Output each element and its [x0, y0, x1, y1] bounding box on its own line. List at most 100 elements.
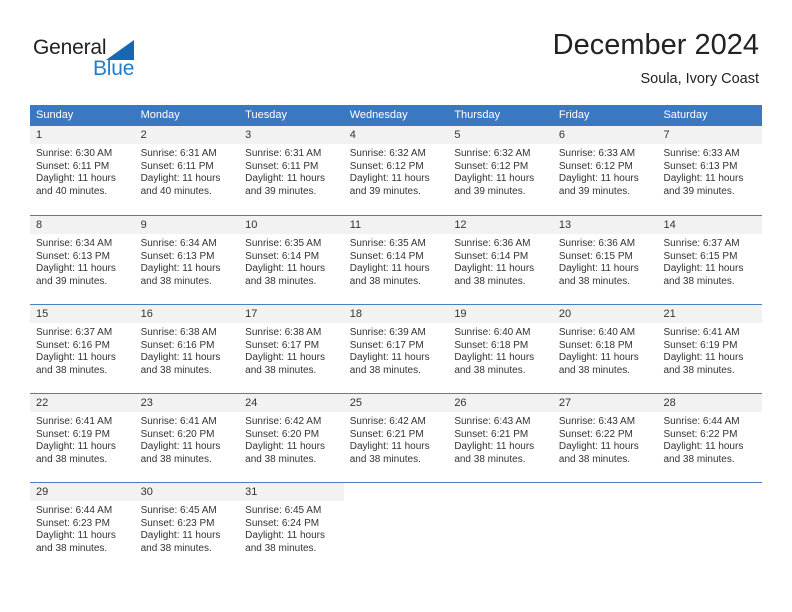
sunset-text: Sunset: 6:19 PM [36, 428, 110, 440]
sunrise-text: Sunrise: 6:32 AM [349, 148, 426, 159]
daylight-text: Daylight: 11 hours and 38 minutes. [558, 352, 639, 376]
calendar-day-cell[interactable]: 7 Sunrise: 6:33 AM Sunset: 6:13 PM Daylight… [657, 126, 763, 215]
calendar-day-cell-empty [448, 483, 553, 571]
calendar-day-cell[interactable]: 9 Sunrise: 6:34 AM Sunset: 6:13 PM Daylight… [134, 216, 240, 304]
sunrise-text: Sunrise: 6:37 AM [36, 327, 113, 338]
calendar-day-cell[interactable]: 4 Sunrise: 6:32 AM Sunset: 6:12 PM Daylight… [343, 126, 449, 215]
sunrise-text: Sunrise: 6:35 AM [245, 238, 322, 249]
sunset-text: Sunset: 6:12 PM [349, 160, 424, 172]
calendar-day-cell[interactable]: 11 Sunrise: 6:35 AM Sunset: 6:14 PM Dayligh… [343, 216, 449, 304]
day-sun-info: Sunrise: 6:41 AM Sunset: 6:19 PM Daylight:… [30, 412, 135, 466]
calendar-day-cell[interactable]: 24 Sunrise: 6:42 AM Sunset: 6:20 PM Dayligh… [239, 394, 344, 482]
day-number: 9 [134, 216, 240, 234]
calendar-week-row: 15 Sunrise: 6:37 AM Sunset: 6:16 PM Dayligh… [30, 304, 763, 393]
sunrise-text: Sunrise: 6:38 AM [140, 327, 217, 338]
calendar-day-cell[interactable]: 26 Sunrise: 6:43 AM Sunset: 6:21 PM Dayligh… [448, 394, 553, 482]
calendar-day-cell[interactable]: 18 Sunrise: 6:39 AM Sunset: 6:17 PM Dayligh… [343, 305, 449, 393]
day-sun-info: Sunrise: 6:43 AM Sunset: 6:21 PM Daylight:… [448, 412, 553, 466]
day-number: 1 [30, 126, 135, 144]
day-number: 30 [134, 483, 240, 501]
sunset-text: Sunset: 6:14 PM [454, 250, 529, 262]
calendar-day-cell[interactable]: 6 Sunrise: 6:33 AM Sunset: 6:12 PM Daylight… [552, 126, 658, 215]
calendar-day-cell[interactable]: 19 Sunrise: 6:40 AM Sunset: 6:18 PM Dayligh… [448, 305, 553, 393]
sunset-text: Sunset: 6:18 PM [454, 339, 529, 351]
daylight-text: Daylight: 11 hours and 39 minutes. [349, 173, 430, 197]
day-number: 18 [343, 305, 449, 323]
calendar-day-cell[interactable]: 21 Sunrise: 6:41 AM Sunset: 6:19 PM Dayligh… [657, 305, 763, 393]
day-sun-info: Sunrise: 6:41 AM Sunset: 6:20 PM Daylight:… [135, 412, 240, 466]
sunrise-text: Sunrise: 6:44 AM [36, 505, 113, 516]
day-sun-info: Sunrise: 6:31 AM Sunset: 6:11 PM Daylight:… [135, 144, 240, 198]
calendar-day-cell[interactable]: 16 Sunrise: 6:38 AM Sunset: 6:16 PM Dayligh… [134, 305, 240, 393]
day-number: 20 [552, 305, 658, 323]
calendar-day-cell[interactable]: 8 Sunrise: 6:34 AM Sunset: 6:13 PM Daylight… [30, 216, 135, 304]
daylight-text: Daylight: 11 hours and 38 minutes. [558, 263, 639, 287]
calendar-day-cell[interactable]: 27 Sunrise: 6:43 AM Sunset: 6:22 PM Dayligh… [552, 394, 658, 482]
day-number: 19 [448, 305, 553, 323]
calendar-day-cell[interactable]: 13 Sunrise: 6:36 AM Sunset: 6:15 PM Dayligh… [552, 216, 658, 304]
weekday-header-thursday: Thursday [454, 109, 501, 121]
calendar-day-cell[interactable]: 22 Sunrise: 6:41 AM Sunset: 6:19 PM Dayligh… [30, 394, 135, 482]
calendar-weeks: 1 Sunrise: 6:30 AM Sunset: 6:11 PM Daylight… [30, 126, 763, 571]
calendar-week-row: 8 Sunrise: 6:34 AM Sunset: 6:13 PM Daylight… [30, 215, 763, 304]
day-sun-info: Sunrise: 6:33 AM Sunset: 6:12 PM Daylight:… [553, 144, 658, 198]
daylight-text: Daylight: 11 hours and 38 minutes. [349, 441, 430, 465]
day-sun-info: Sunrise: 6:40 AM Sunset: 6:18 PM Daylight:… [448, 323, 553, 377]
sunset-text: Sunset: 6:21 PM [349, 428, 424, 440]
day-number [448, 483, 553, 501]
sunset-text: Sunset: 6:17 PM [349, 339, 424, 351]
sunrise-text: Sunrise: 6:37 AM [663, 238, 740, 249]
calendar-day-cell[interactable]: 25 Sunrise: 6:42 AM Sunset: 6:21 PM Dayligh… [343, 394, 449, 482]
day-sun-info: Sunrise: 6:31 AM Sunset: 6:11 PM Daylight:… [239, 144, 344, 198]
calendar-day-cell[interactable]: 3 Sunrise: 6:31 AM Sunset: 6:11 PM Daylight… [239, 126, 344, 215]
daylight-text: Daylight: 11 hours and 39 minutes. [558, 173, 639, 197]
daylight-text: Daylight: 11 hours and 38 minutes. [140, 530, 221, 554]
sunset-text: Sunset: 6:20 PM [245, 428, 320, 440]
day-sun-info: Sunrise: 6:42 AM Sunset: 6:20 PM Daylight:… [239, 412, 344, 466]
calendar-day-cell[interactable]: 17 Sunrise: 6:38 AM Sunset: 6:17 PM Dayligh… [239, 305, 344, 393]
day-number: 24 [239, 394, 344, 412]
day-sun-info: Sunrise: 6:38 AM Sunset: 6:16 PM Daylight:… [135, 323, 240, 377]
day-sun-info: Sunrise: 6:43 AM Sunset: 6:22 PM Daylight:… [553, 412, 658, 466]
weekday-header-monday: Monday [140, 109, 180, 121]
calendar-day-cell[interactable]: 1 Sunrise: 6:30 AM Sunset: 6:11 PM Daylight… [30, 126, 135, 215]
calendar-week-row: 1 Sunrise: 6:30 AM Sunset: 6:11 PM Daylight… [30, 126, 763, 215]
day-sun-info: Sunrise: 6:37 AM Sunset: 6:16 PM Daylight:… [30, 323, 135, 377]
calendar-day-cell[interactable]: 23 Sunrise: 6:41 AM Sunset: 6:20 PM Dayligh… [134, 394, 240, 482]
calendar-day-cell[interactable]: 14 Sunrise: 6:37 AM Sunset: 6:15 PM Dayligh… [657, 216, 763, 304]
sunset-text: Sunset: 6:16 PM [140, 339, 215, 351]
calendar-day-cell[interactable]: 31 Sunrise: 6:45 AM Sunset: 6:24 PM Dayligh… [239, 483, 344, 571]
day-sun-info: Sunrise: 6:30 AM Sunset: 6:11 PM Daylight:… [30, 144, 135, 198]
day-number: 17 [239, 305, 344, 323]
day-number: 27 [552, 394, 658, 412]
daylight-text: Daylight: 11 hours and 38 minutes. [140, 441, 221, 465]
calendar-day-cell[interactable]: 20 Sunrise: 6:40 AM Sunset: 6:18 PM Dayligh… [552, 305, 658, 393]
calendar-day-cell[interactable]: 5 Sunrise: 6:32 AM Sunset: 6:12 PM Daylight… [448, 126, 553, 215]
day-sun-info: Sunrise: 6:35 AM Sunset: 6:14 PM Daylight:… [239, 234, 344, 288]
title-block: December 2024 Soula, Ivory Coast [553, 28, 759, 89]
day-number: 12 [448, 216, 553, 234]
calendar-day-cell[interactable]: 10 Sunrise: 6:35 AM Sunset: 6:14 PM Dayligh… [239, 216, 344, 304]
calendar-day-cell[interactable]: 2 Sunrise: 6:31 AM Sunset: 6:11 PM Daylight… [134, 126, 240, 215]
day-number: 8 [30, 216, 135, 234]
sunrise-text: Sunrise: 6:45 AM [245, 505, 322, 516]
day-sun-info: Sunrise: 6:36 AM Sunset: 6:15 PM Daylight:… [553, 234, 658, 288]
calendar-day-cell[interactable]: 29 Sunrise: 6:44 AM Sunset: 6:23 PM Dayligh… [30, 483, 135, 571]
calendar-day-cell[interactable]: 30 Sunrise: 6:45 AM Sunset: 6:23 PM Dayligh… [134, 483, 240, 571]
daylight-text: Daylight: 11 hours and 38 minutes. [245, 352, 326, 376]
calendar-day-cell[interactable]: 15 Sunrise: 6:37 AM Sunset: 6:16 PM Dayligh… [30, 305, 135, 393]
day-sun-info: Sunrise: 6:34 AM Sunset: 6:13 PM Daylight:… [30, 234, 135, 288]
calendar-day-cell[interactable]: 28 Sunrise: 6:44 AM Sunset: 6:22 PM Dayligh… [657, 394, 763, 482]
daylight-text: Daylight: 11 hours and 38 minutes. [36, 441, 116, 465]
day-number: 14 [657, 216, 763, 234]
sunset-text: Sunset: 6:24 PM [245, 517, 320, 529]
daylight-text: Daylight: 11 hours and 39 minutes. [245, 173, 326, 197]
calendar-day-cell[interactable]: 12 Sunrise: 6:36 AM Sunset: 6:14 PM Dayligh… [448, 216, 553, 304]
day-number: 5 [448, 126, 553, 144]
weekday-header-tuesday: Tuesday [245, 109, 287, 121]
day-sun-info: Sunrise: 6:37 AM Sunset: 6:15 PM Daylight:… [657, 234, 762, 288]
day-number: 23 [134, 394, 240, 412]
day-number: 2 [134, 126, 240, 144]
sunset-text: Sunset: 6:13 PM [36, 250, 110, 262]
location-subtitle: Soula, Ivory Coast [640, 71, 759, 87]
